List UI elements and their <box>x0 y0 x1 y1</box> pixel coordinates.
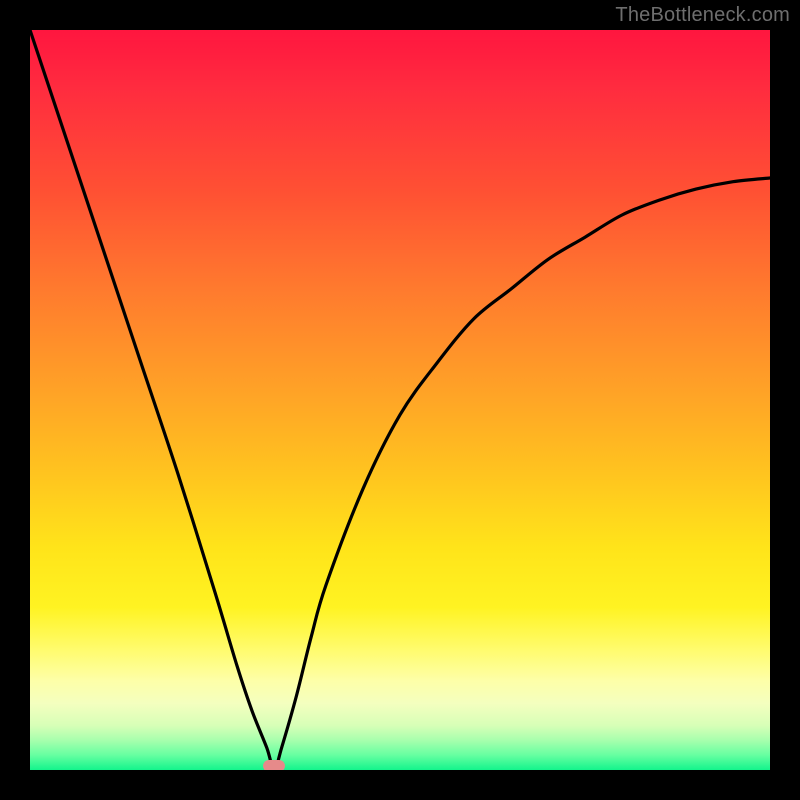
bottleneck-curve <box>30 30 770 770</box>
watermark-text: TheBottleneck.com <box>615 4 790 27</box>
plot-area <box>30 30 770 770</box>
chart-frame: TheBottleneck.com <box>0 0 800 800</box>
optimum-marker <box>263 760 285 770</box>
